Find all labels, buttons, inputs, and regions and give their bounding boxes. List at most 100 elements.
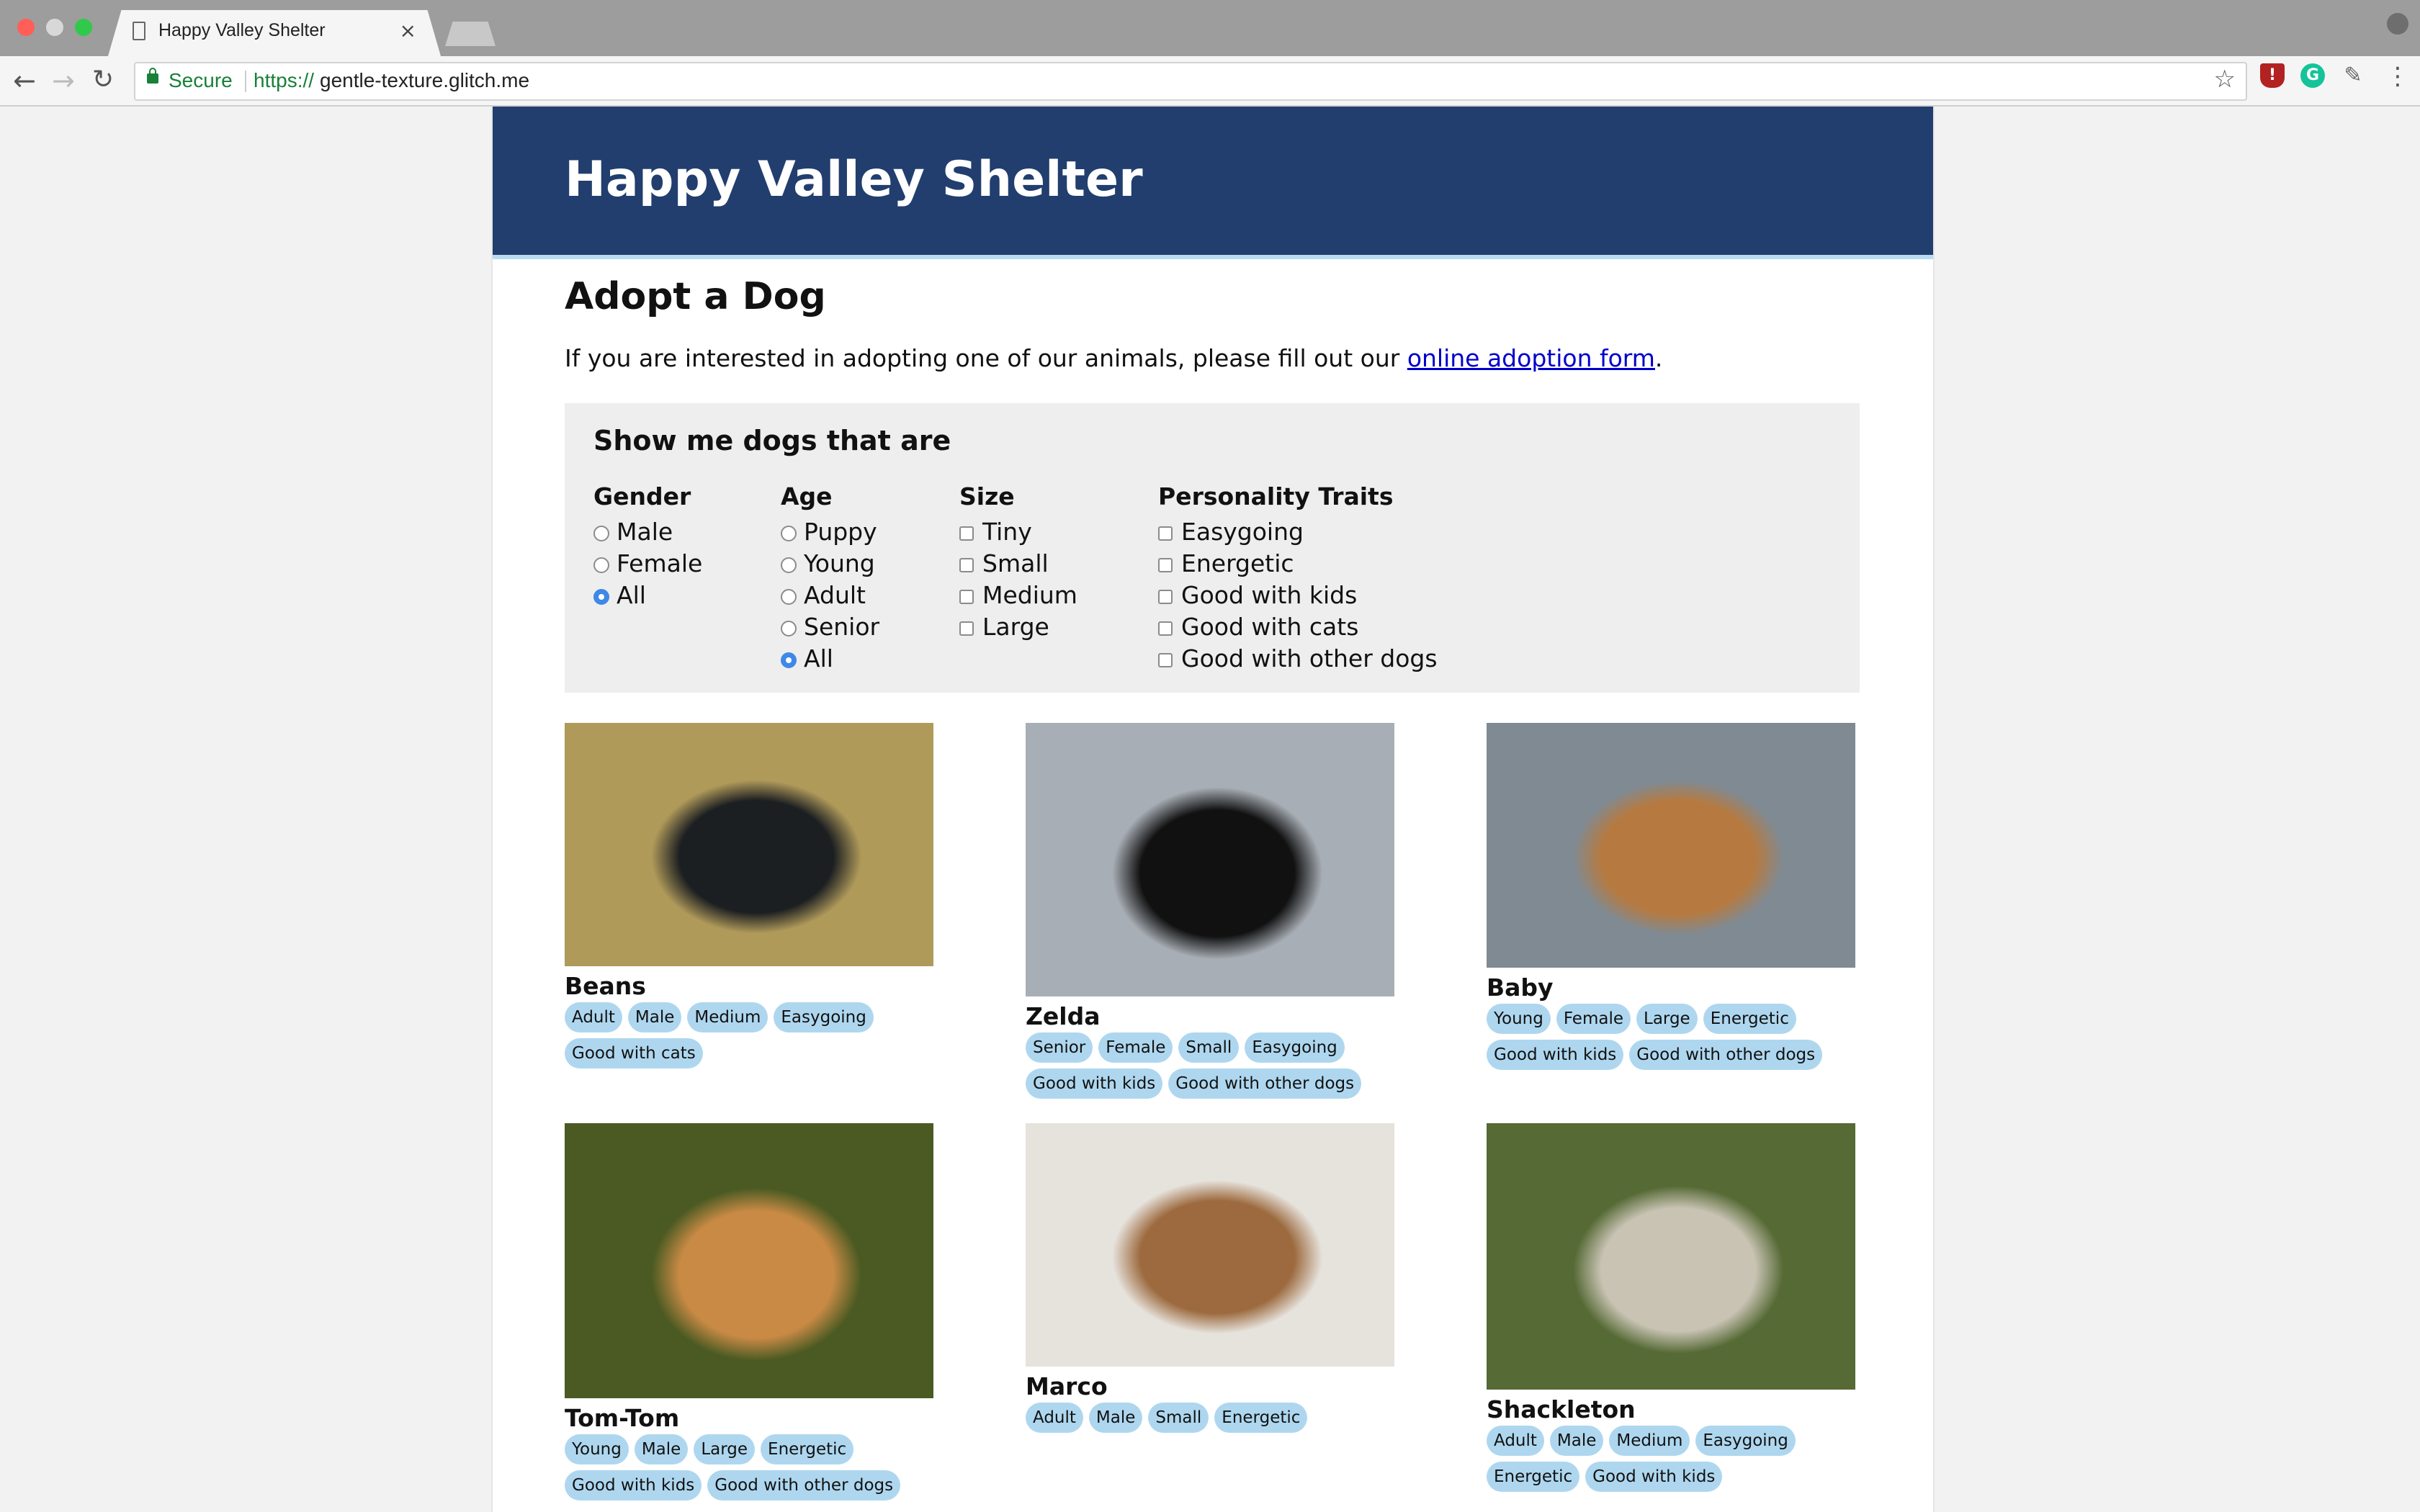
size-option[interactable]: Medium [959,579,1077,611]
checkbox[interactable] [1158,526,1173,541]
browser-menu-icon[interactable]: ⋮ [2385,62,2410,91]
gender-option-label[interactable]: Female [617,549,702,577]
trait-tag: Male [1088,1403,1143,1433]
back-arrow-icon[interactable]: ← [13,65,36,96]
dog-photo [565,723,933,966]
dog-name: Marco [1026,1372,1108,1400]
traits-option[interactable]: Easygoing [1158,516,1438,547]
address-divider [245,71,246,92]
age-option[interactable]: Adult [781,579,879,611]
traits-option-label[interactable]: Energetic [1181,549,1294,577]
trait-tag: Young [565,1434,629,1464]
url-scheme: https:// [254,69,315,91]
gender-option[interactable]: Male [593,516,702,547]
trait-tag: Female [1556,1004,1631,1034]
grammarly-extension-icon[interactable]: G [2300,63,2325,88]
radio-button[interactable] [781,557,797,573]
profile-icon[interactable] [2387,13,2408,35]
dog-photo [1487,1123,1855,1390]
checkbox[interactable] [1158,590,1173,604]
traits-option-label[interactable]: Good with kids [1181,581,1357,609]
radio-button[interactable] [593,589,609,605]
dog-name: Tom-Tom [565,1404,680,1432]
new-tab-button[interactable] [445,22,496,46]
lock-icon [147,68,158,84]
age-option[interactable]: Young [781,547,879,579]
gender-option[interactable]: All [593,579,702,611]
size-option-label[interactable]: Tiny [982,518,1032,546]
gender-option[interactable]: Female [593,547,702,579]
forward-arrow-icon[interactable]: → [52,65,75,96]
trait-tag: Adult [565,1002,622,1032]
trait-tag: Male [634,1434,689,1464]
checkbox[interactable] [1158,653,1173,667]
traits-option[interactable]: Energetic [1158,547,1438,579]
size-option[interactable]: Large [959,611,1077,642]
tab-title: Happy Valley Shelter [158,20,326,40]
traits-option-label[interactable]: Easygoing [1181,518,1304,546]
tab-close-icon[interactable]: × [400,19,416,42]
trait-tag: Easygoing [1245,1032,1345,1063]
trait-tag: Young [1487,1004,1551,1034]
traits-option-label[interactable]: Good with cats [1181,613,1358,641]
radio-button[interactable] [593,557,609,573]
checkbox[interactable] [1158,558,1173,572]
trait-tag: Easygoing [1695,1426,1796,1456]
bookmark-star-icon[interactable]: ☆ [2214,65,2236,94]
size-option[interactable]: Tiny [959,516,1077,547]
age-option[interactable]: Senior [781,611,879,642]
traits-option[interactable]: Good with kids [1158,579,1438,611]
dog-tags: Young Male Large Energetic Good with kids Goo… [565,1434,968,1506]
gender-option-label[interactable]: Male [617,518,673,546]
age-option[interactable]: All [781,642,879,674]
checkbox[interactable] [959,558,974,572]
reload-icon[interactable]: ↻ [92,65,114,94]
dog-name: Baby [1487,973,1554,1002]
size-option-label[interactable]: Small [982,549,1049,577]
age-option-label[interactable]: Puppy [804,518,877,546]
dog-card: Marco Adult Male Small Energetic [1026,1123,1429,1439]
browser-tab[interactable]: Happy Valley Shelter × [108,10,441,56]
gender-option-label[interactable]: All [617,581,646,609]
trait-tag: Easygoing [774,1002,874,1032]
checkbox[interactable] [959,590,974,604]
dog-tags: Adult Male Medium Easygoing Good with cats [565,1002,968,1074]
trait-tag: Good with other dogs [1629,1040,1823,1070]
radio-button[interactable] [781,621,797,636]
trait-tag: Good with kids [1026,1068,1163,1099]
trait-tag: Male [1549,1426,1604,1456]
radio-button[interactable] [781,652,797,668]
age-option-label[interactable]: All [804,644,833,672]
dog-card: Tom-Tom Young Male Large Energetic Good with … [565,1123,968,1506]
age-filter: Age Puppy Young Adult Senior All [781,482,879,674]
address-bar[interactable]: Secure https:// gentle-texture.glitch.me… [134,62,2247,101]
radio-button[interactable] [593,526,609,541]
shield-extension-icon[interactable]: ! [2260,63,2285,88]
checkbox[interactable] [1158,621,1173,636]
window-zoom-button[interactable] [75,19,92,36]
trait-tag: Male [627,1002,682,1032]
size-option-label[interactable]: Medium [982,581,1077,609]
size-option[interactable]: Small [959,547,1077,579]
age-option-label[interactable]: Adult [804,581,866,609]
window-minimize-button[interactable] [46,19,63,36]
traits-option[interactable]: Good with cats [1158,611,1438,642]
traits-option-label[interactable]: Good with other dogs [1181,644,1438,672]
checkbox[interactable] [959,621,974,636]
dog-card: Beans Adult Male Medium Easygoing Good with c… [565,723,968,1074]
trait-tag: Large [694,1434,756,1464]
eyedropper-extension-icon[interactable]: ✎ [2341,63,2365,88]
browser-tab-bar: Happy Valley Shelter × [0,0,2420,56]
window-close-button[interactable] [17,19,35,36]
size-option-label[interactable]: Large [982,613,1049,641]
radio-button[interactable] [781,526,797,541]
trait-tag: Adult [1026,1403,1083,1433]
adoption-form-link[interactable]: online adoption form [1407,344,1655,372]
checkbox[interactable] [959,526,974,541]
site-header: Happy Valley Shelter [493,107,1933,259]
traits-option[interactable]: Good with other dogs [1158,642,1438,674]
age-option[interactable]: Puppy [781,516,879,547]
age-option-label[interactable]: Young [804,549,875,577]
age-option-label[interactable]: Senior [804,613,879,641]
radio-button[interactable] [781,589,797,605]
